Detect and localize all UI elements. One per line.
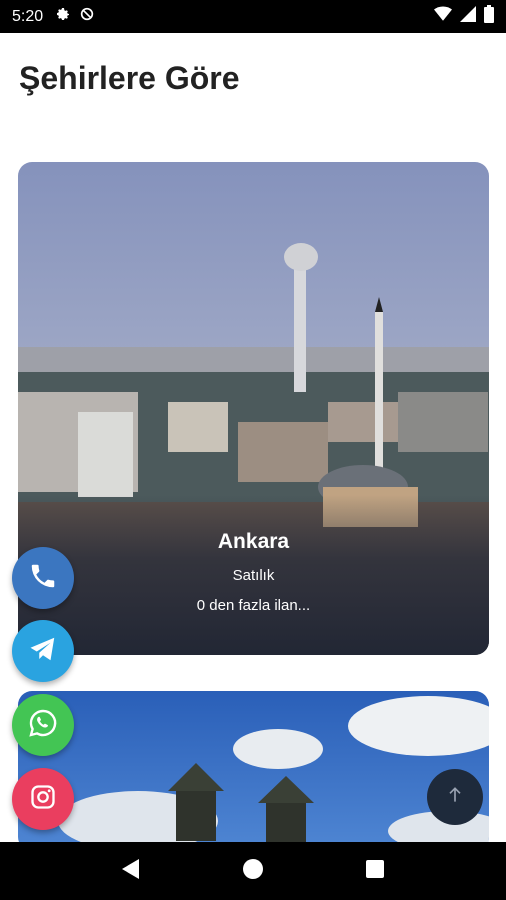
back-triangle-icon[interactable] — [121, 858, 141, 885]
battery-icon — [484, 5, 494, 28]
telegram-button[interactable] — [12, 620, 74, 682]
gear-icon — [55, 6, 71, 27]
status-time: 5:20 — [12, 7, 44, 25]
arrow-up-icon — [445, 785, 465, 810]
signal-icon — [460, 6, 476, 27]
whatsapp-icon — [27, 707, 59, 744]
status-bar: 5:20 — [0, 0, 506, 33]
scroll-to-top-button[interactable] — [427, 769, 483, 825]
data-saver-icon — [79, 6, 95, 27]
instagram-icon — [29, 783, 57, 816]
card-listing-count: 0 den fazla ilan... — [196, 597, 311, 614]
wifi-icon — [434, 6, 452, 27]
card-listing-type: Satılık — [232, 567, 275, 584]
home-circle-icon[interactable] — [242, 858, 264, 885]
city-card-ankara[interactable]: Ankara Satılık 0 den fazla ilan... — [18, 162, 489, 655]
instagram-button[interactable] — [12, 768, 74, 830]
whatsapp-button[interactable] — [12, 694, 74, 756]
navigation-bar — [0, 842, 506, 900]
city-card[interactable] — [18, 691, 489, 851]
card-city-name: Ankara — [217, 530, 290, 553]
phone-button[interactable] — [12, 547, 74, 609]
phone-icon — [28, 561, 58, 596]
city-photo — [18, 691, 489, 851]
page-title: Şehirlere Göre — [19, 60, 240, 96]
recents-square-icon[interactable] — [365, 859, 385, 884]
telegram-icon — [28, 634, 58, 669]
